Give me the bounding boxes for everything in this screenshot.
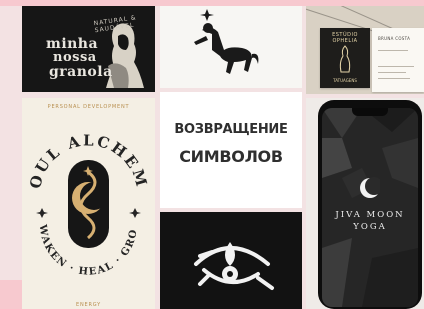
pink-accent-bar-bottom	[0, 280, 22, 309]
phone-screen	[322, 108, 418, 307]
card-line	[378, 66, 414, 67]
card-front-sub: TATUAGENS	[333, 78, 357, 83]
headline-line2: СИМВОЛОВ	[179, 147, 283, 166]
card-line	[378, 78, 410, 79]
headline-line1: ВОЗВРАЩЕНИЕ	[174, 122, 288, 137]
card-front: ESTÚDIO OPHELIA TATUAGENS	[320, 28, 370, 88]
eye-logo-tile	[160, 212, 302, 309]
centaur-logo-tile	[160, 6, 302, 88]
phone-mockup-tile: JIVA MOON YOGA	[306, 98, 424, 309]
soul-alchemy-bottom-text: ENERGY	[75, 302, 101, 308]
granola-word-nossa: nossa	[53, 50, 97, 65]
phone-notch	[352, 108, 388, 116]
jiva-title-line2: YOGA	[353, 222, 387, 232]
eye-icon	[194, 242, 274, 290]
card-line	[378, 72, 406, 73]
granola-word-granola: granola	[49, 64, 113, 80]
card-line	[378, 50, 408, 51]
star-icon	[200, 9, 214, 21]
card-back-name: BRUNA COSTA	[378, 36, 411, 41]
card-front-name: ESTÚDIO OPHELIA	[332, 32, 358, 44]
serpent-emblem-icon	[68, 160, 109, 248]
business-card-photo-tile: ESTÚDIO OPHELIA TATUAGENS BRUNA COSTA	[306, 6, 424, 94]
headline-panel: ВОЗВРАЩЕНИЕ СИМВОЛОВ	[160, 92, 302, 208]
jiva-title-line1: JIVA MOON	[335, 210, 405, 220]
centaur-icon	[194, 23, 259, 74]
crescent-moon-icon	[360, 177, 380, 198]
figure-icon	[339, 45, 351, 73]
card-back: BRUNA COSTA	[372, 28, 424, 92]
soul-alchemy-poster-tile: PERSONAL DEVELOPMENT SOUL ALCHEMY AWAKEN…	[22, 98, 155, 309]
granola-logo-tile: NATURAL & SAUDÁVEL minha nossa granola	[22, 6, 155, 92]
